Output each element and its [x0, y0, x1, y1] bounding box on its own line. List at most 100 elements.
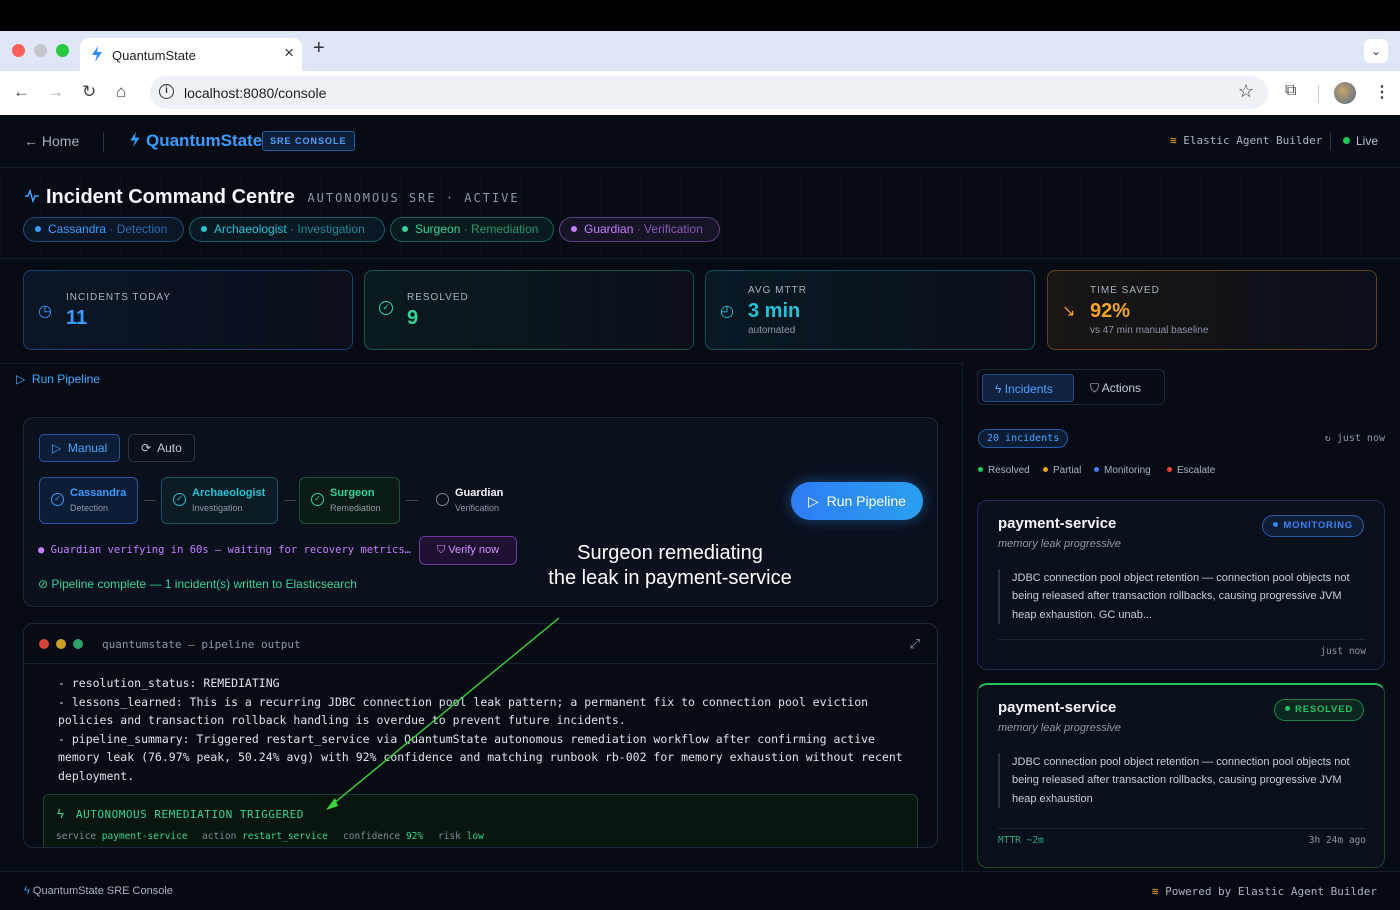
elastic-agent-builder-label: ≋ Elastic Agent Builder [1170, 134, 1323, 147]
shield-icon: ⛉ [1090, 381, 1100, 395]
step-name: Cassandra [70, 487, 127, 499]
remediation-heading: AUTONOMOUS REMEDIATION TRIGGERED [76, 808, 304, 821]
stat-label: AVG MTTR [748, 285, 807, 296]
back-arrow-icon[interactable]: ← [13, 82, 30, 102]
incident-kind: memory leak progressive [998, 538, 1121, 550]
annotation-line-2: the leak in payment-service [548, 567, 792, 589]
window-minimize-dot[interactable] [34, 44, 47, 57]
bolt-icon: ϟ [24, 885, 30, 897]
remediation-banner: ϟ AUTONOMOUS REMEDIATION TRIGGERED servi… [43, 794, 918, 847]
expand-icon[interactable]: ⤢ [910, 636, 920, 652]
clock-icon: ◷ [38, 303, 52, 320]
window-zoom-dot[interactable] [56, 44, 69, 57]
stat-label: INCIDENTS TODAY [66, 292, 172, 303]
trend-down-icon: ↘ [1062, 303, 1076, 320]
incident-description: JDBC connection pool object retention — … [998, 569, 1368, 625]
step-connector [406, 500, 418, 501]
agent-chip-guardian[interactable]: Guardian · Verification [559, 217, 720, 242]
site-info-icon[interactable]: i [159, 84, 174, 99]
bookmark-star-icon[interactable]: ☆ [1238, 81, 1254, 102]
last-updated: ↻ just now [1324, 433, 1385, 444]
url-text[interactable]: localhost:8080/console [184, 85, 326, 101]
step-role: Verification [455, 503, 500, 513]
agent-chip-cassandra[interactable]: Cassandra · Detection [23, 217, 184, 242]
address-bar[interactable]: i localhost:8080/console ☆ [150, 76, 1268, 109]
status-text: MONITORING [1283, 520, 1353, 531]
bolt-icon: ϟ [57, 806, 64, 821]
legend-dot-icon [1094, 467, 1099, 472]
auto-mode-button[interactable]: ⟳ Auto [128, 434, 195, 462]
home-icon[interactable]: ⌂ [116, 82, 126, 102]
tab-search-chevron-icon[interactable]: ⌄ [1364, 39, 1388, 63]
browser-tab-strip: QuantumState × + ⌄ [0, 31, 1400, 71]
check-circle-icon: ✓ [51, 493, 64, 506]
terminal-green-dot [73, 639, 83, 649]
stat-note: automated [748, 325, 796, 336]
stat-card-incidents-today: ◷ INCIDENTS TODAY 11 [23, 270, 353, 350]
tab-title: QuantumState [112, 48, 196, 63]
status-badge: RESOLVED [1274, 699, 1364, 721]
elastic-logo-icon: ≋ [1151, 885, 1159, 898]
status-dot-icon [571, 226, 577, 232]
step-role: Detection [70, 503, 109, 513]
legend-label: Resolved [988, 465, 1030, 476]
incident-description: JDBC connection pool object retention — … [998, 753, 1368, 809]
run-pipeline-link[interactable]: ▷ Run Pipeline [16, 372, 100, 386]
check-circle-icon: ✓ [173, 493, 186, 506]
incident-footer: just now [998, 639, 1366, 661]
play-icon: ▷ [52, 441, 62, 455]
browser-tab[interactable]: QuantumState × [80, 38, 302, 71]
legend-monitoring: Monitoring [1094, 465, 1151, 476]
incident-kind: memory leak progressive [998, 722, 1121, 734]
step-connector [284, 500, 296, 501]
status-text: RESOLVED [1295, 704, 1353, 715]
stat-value: 9 [407, 307, 419, 329]
run-pipeline-button[interactable]: ▷ Run Pipeline [791, 482, 923, 520]
hero-section: Incident Command Centre · AUTONOMOUS SRE… [0, 169, 1400, 259]
pipeline-step-surgeon: ✓ Surgeon Remediation [299, 477, 400, 524]
window-close-dot[interactable] [12, 44, 25, 57]
incident-card[interactable]: payment-service memory leak progressive MO… [977, 500, 1385, 670]
right-panel-tabs: ϟ Incidents ⛉ Actions [977, 369, 1165, 405]
step-name: Guardian [455, 487, 504, 499]
stat-value: 92% [1090, 300, 1131, 322]
tab-actions[interactable]: ⛉ Actions [1078, 374, 1162, 402]
remediation-risk: risk low [438, 831, 484, 842]
terminal-yellow-dot [56, 639, 66, 649]
page-title: Incident Command Centre [46, 186, 295, 208]
incident-count-badge: 20 incidents [978, 429, 1069, 448]
brand[interactable]: QuantumState [128, 131, 262, 151]
legend-dot-icon [1167, 467, 1172, 472]
browser-toolbar: ← → ↻ ⌂ i localhost:8080/console ☆ ⧉ ⋮ [0, 71, 1400, 115]
sre-console-badge: SRE CONSOLE [262, 131, 355, 151]
tab-incidents[interactable]: ϟ Incidents [982, 374, 1074, 402]
agent-chip-surgeon[interactable]: Surgeon · Remediation [390, 217, 554, 242]
browser-menu-icon[interactable]: ⋮ [1374, 82, 1390, 102]
reload-icon[interactable]: ↻ [82, 82, 96, 102]
status-dot-icon [201, 226, 207, 232]
forward-arrow-icon[interactable]: → [47, 82, 64, 102]
legend-dot-icon [1043, 467, 1048, 472]
agent-role: · Detection [109, 222, 168, 236]
activity-pulse-icon [24, 188, 40, 209]
check-circle-icon: ✓ [379, 301, 393, 315]
stat-value: 11 [66, 307, 88, 329]
legend-label: Monitoring [1104, 465, 1151, 476]
agent-chip-archaeologist[interactable]: Archaeologist · Investigation [189, 217, 385, 242]
incident-card[interactable]: payment-service memory leak progressive RE… [977, 683, 1385, 868]
terminal-title: quantumstate — pipeline output [102, 638, 301, 651]
brand-name: QuantumState [146, 131, 263, 150]
home-link[interactable]: ← Home [24, 133, 79, 149]
agent-name: Guardian [584, 222, 634, 236]
timer-icon: ◴ [720, 303, 734, 320]
legend-partial: Partial [1043, 465, 1081, 476]
refresh-icon: ⟳ [141, 441, 152, 455]
terminal-line: - lessons_learned: This is a recurring J… [58, 694, 875, 728]
new-tab-icon[interactable]: + [313, 37, 325, 60]
header-divider-right [1330, 133, 1331, 150]
manual-mode-button[interactable]: ▷ Manual [39, 434, 121, 462]
extensions-puzzle-icon[interactable]: ⧉ [1285, 82, 1296, 100]
profile-avatar[interactable] [1334, 82, 1356, 104]
stat-card-avg-mttr: ◴ AVG MTTR 3 min automated [705, 270, 1035, 350]
tab-close-icon[interactable]: × [284, 43, 294, 63]
